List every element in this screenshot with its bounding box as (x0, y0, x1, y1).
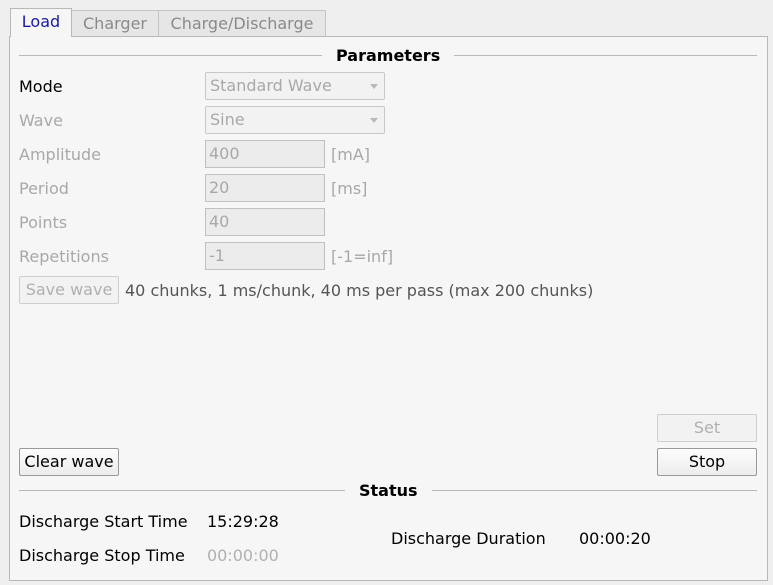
wave-label: Wave (19, 111, 63, 130)
amplitude-unit: [mA] (331, 145, 371, 164)
mode-label: Mode (19, 77, 63, 96)
wave-select-value: Sine (210, 110, 245, 129)
parameters-title: Parameters (322, 46, 455, 65)
dropdown-arrow-icon (370, 118, 378, 123)
amplitude-input[interactable]: 400 (205, 140, 325, 168)
discharge-start-value: 15:29:28 (207, 512, 279, 531)
discharge-duration-label: Discharge Duration (391, 529, 546, 548)
wave-select[interactable]: Sine (205, 106, 385, 134)
status-title: Status (345, 481, 432, 500)
set-button[interactable]: Set (657, 414, 757, 442)
mode-select-value: Standard Wave (210, 76, 332, 95)
tab-load[interactable]: Load (10, 8, 72, 37)
repetitions-input[interactable]: -1 (205, 242, 325, 270)
period-label: Period (19, 179, 69, 198)
dropdown-arrow-icon (370, 84, 378, 89)
points-label: Points (19, 213, 68, 232)
stop-button[interactable]: Stop (657, 448, 757, 476)
period-unit: [ms] (331, 179, 368, 198)
discharge-duration-value: 00:00:20 (579, 529, 651, 548)
discharge-stop-value: 00:00:00 (207, 546, 279, 565)
discharge-stop-label: Discharge Stop Time (19, 546, 185, 565)
amplitude-label: Amplitude (19, 145, 101, 164)
wave-info-text: 40 chunks, 1 ms/chunk, 40 ms per pass (m… (125, 281, 594, 300)
repetitions-label: Repetitions (19, 247, 109, 266)
period-input[interactable]: 20 (205, 174, 325, 202)
repetitions-unit: [-1=inf] (331, 247, 394, 266)
clear-wave-button[interactable]: Clear wave (19, 448, 119, 476)
mode-select[interactable]: Standard Wave (205, 72, 385, 100)
tab-charger[interactable]: Charger (71, 10, 159, 36)
points-input[interactable]: 40 (205, 208, 325, 236)
save-wave-button[interactable]: Save wave (19, 276, 119, 304)
tab-charge-discharge[interactable]: Charge/Discharge (158, 10, 326, 36)
discharge-start-label: Discharge Start Time (19, 512, 188, 531)
